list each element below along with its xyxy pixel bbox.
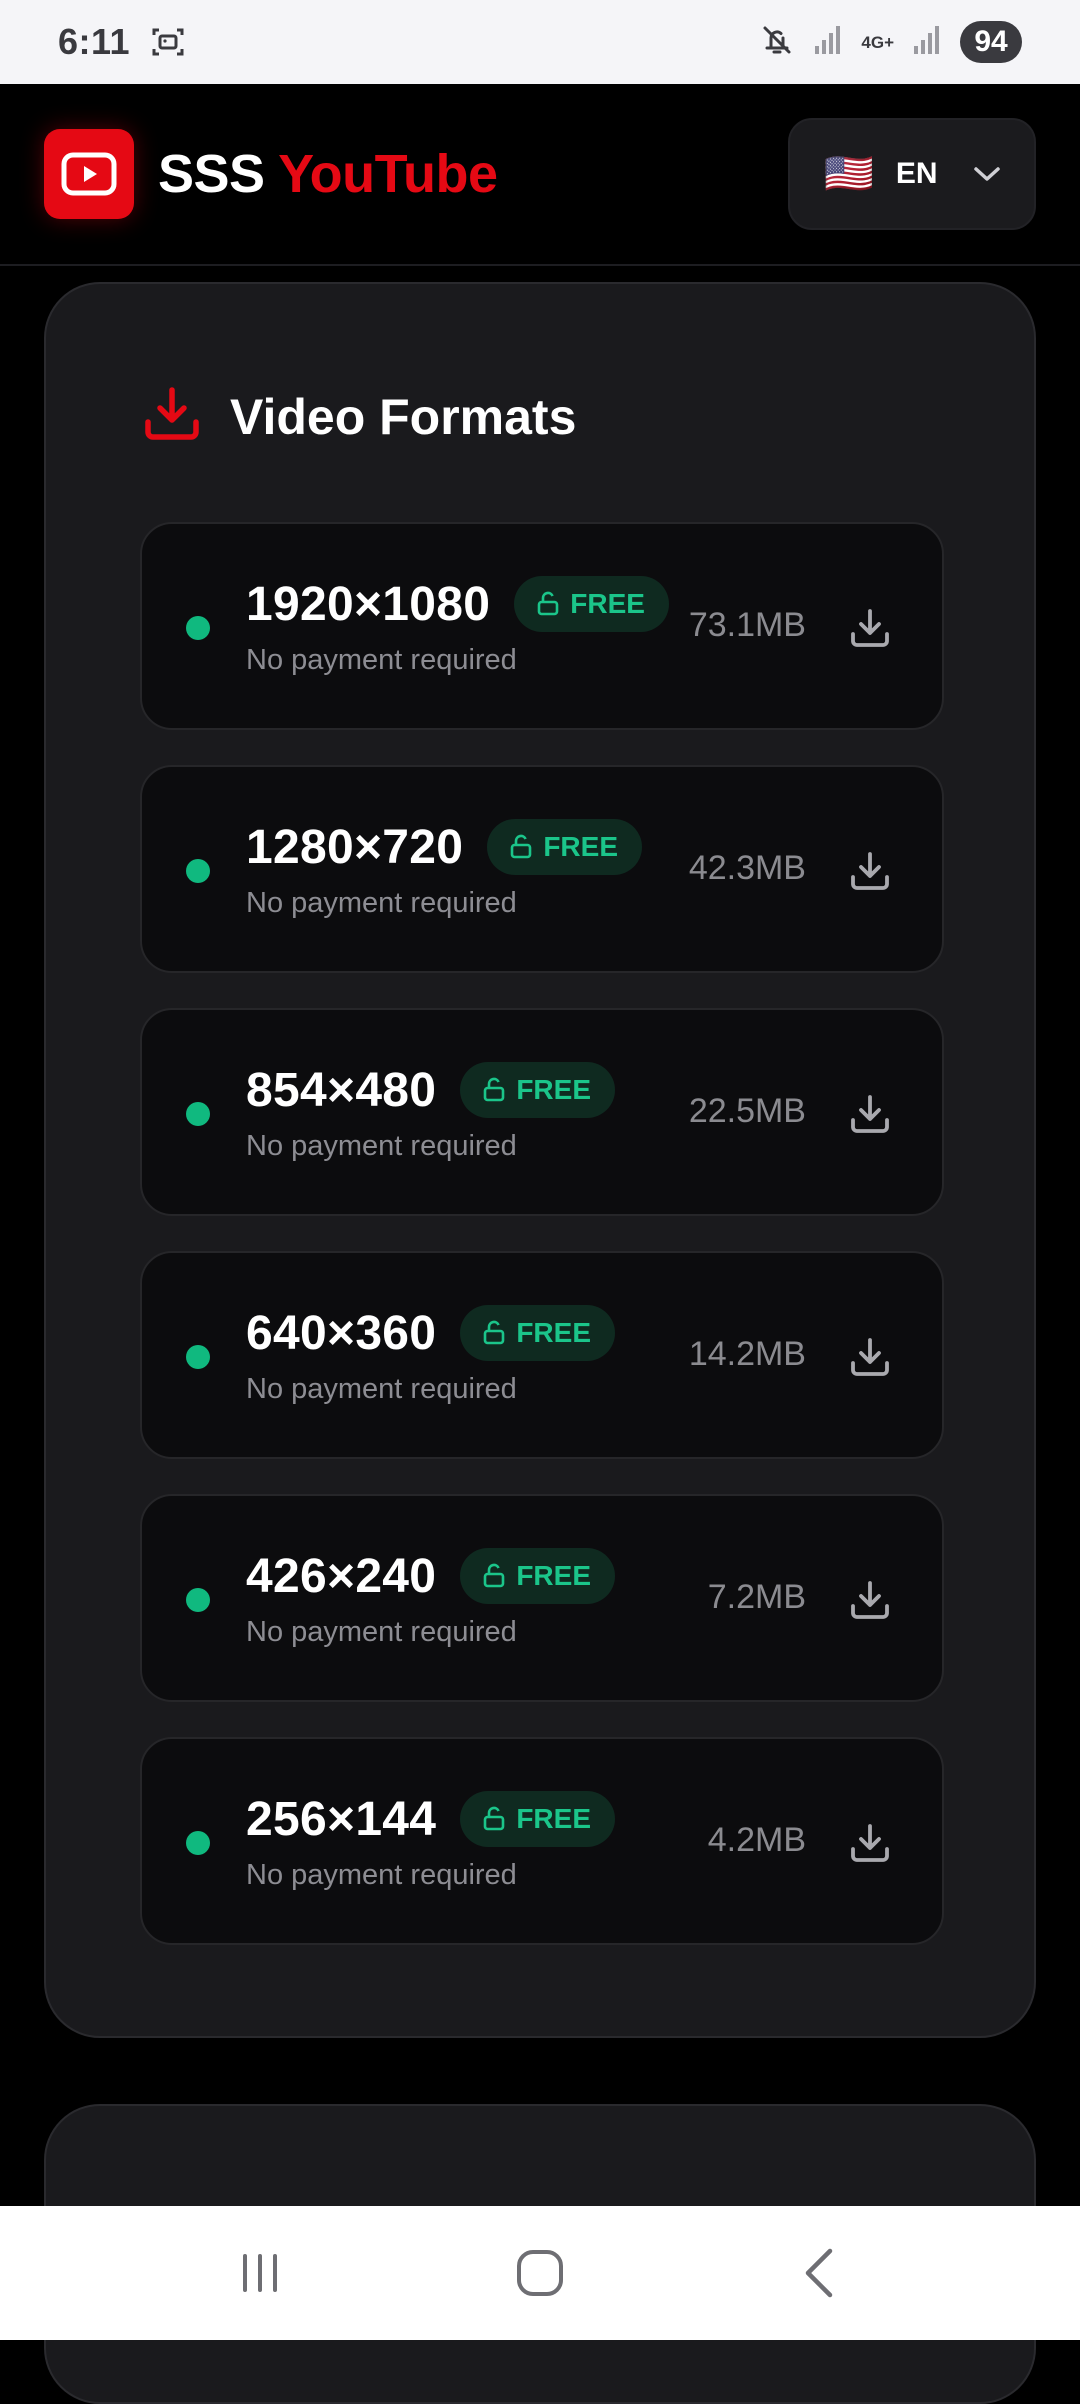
language-selector[interactable]: 🇺🇸 EN [788,118,1036,230]
network-type: 4G+ [861,32,894,52]
unlock-icon [484,1320,505,1345]
youtube-logo-icon[interactable] [44,129,134,219]
home-icon[interactable] [480,2228,600,2318]
free-badge-label: FREE [516,1560,591,1591]
file-size: 73.1MB [688,606,806,644]
card-title: Video Formats [230,388,577,445]
free-badge-label: FREE [570,588,645,619]
status-bar: 6:11 4G+ 94 [0,0,1080,84]
app-header: SSS YouTube 🇺🇸 EN [0,84,1080,266]
format-row-144p[interactable]: 256×144 FREE No payment required 4.2MB [140,1737,944,1945]
download-button[interactable] [842,1329,898,1385]
free-badge-label: FREE [543,831,618,862]
format-row-360p[interactable]: 640×360 FREE No payment required 14.2MB [140,1251,944,1459]
payment-note: No payment required [246,1130,517,1162]
free-badge-label: FREE [516,1317,591,1348]
format-row-480p[interactable]: 854×480 FREE No payment required 22.5MB [140,1008,944,1216]
format-row-720p[interactable]: 1280×720 FREE No payment required 42.3MB [140,765,944,973]
free-badge-label: FREE [516,1074,591,1105]
payment-note: No payment required [246,644,517,676]
file-size: 22.5MB [688,1092,806,1130]
available-dot [186,1345,210,1369]
status-time: 6:11 [58,21,131,62]
download-button[interactable] [842,600,898,656]
free-badge: FREE [460,1305,615,1361]
payment-note: No payment required [246,1616,517,1648]
video-formats-card: Video Formats 1920×1080 FREE No payment … [44,282,1036,2038]
file-size: 4.2MB [707,1821,806,1859]
recents-icon[interactable] [200,2228,320,2318]
us-flag-icon: 🇺🇸 [824,152,874,196]
download-icon [851,609,889,647]
unlock-icon [484,1806,505,1831]
download-button[interactable] [842,1086,898,1142]
available-dot [186,1831,210,1855]
file-size: 14.2MB [688,1335,806,1373]
unlock-icon [537,591,559,616]
available-dot [186,616,210,640]
format-row-240p[interactable]: 426×240 FREE No payment required 7.2MB [140,1494,944,1702]
format-list: 1920×1080 FREE No payment required 73.1M… [140,522,944,1980]
free-badge-label: FREE [516,1803,591,1834]
resolution-label: 1920×1080 [246,577,491,631]
resolution-label: 854×480 [246,1063,437,1117]
chevron-down-icon [972,164,1002,184]
free-badge: FREE [514,576,669,632]
back-icon[interactable] [760,2228,880,2318]
resolution-label: 640×360 [246,1306,437,1360]
download-icon [851,852,889,890]
mute-icon [759,22,795,63]
payment-note: No payment required [246,1859,517,1891]
file-size: 42.3MB [688,849,806,887]
free-badge: FREE [460,1548,615,1604]
brand-primary: SSS [158,144,265,204]
resolution-label: 426×240 [246,1549,437,1603]
screenshot-icon [148,22,188,62]
format-row-1080p[interactable]: 1920×1080 FREE No payment required 73.1M… [140,522,944,730]
download-icon [851,1581,889,1619]
status-icons: 4G+ 94 [759,21,1022,63]
available-dot [186,1102,210,1126]
download-icon [851,1095,889,1133]
unlock-icon [484,1077,505,1102]
payment-note: No payment required [246,887,517,919]
resolution-label: 256×144 [246,1792,437,1846]
unlock-icon [511,834,532,859]
payment-note: No payment required [246,1373,517,1405]
available-dot [186,1588,210,1612]
free-badge: FREE [460,1062,615,1118]
unlock-icon [484,1563,505,1588]
free-badge: FREE [487,819,642,875]
resolution-label: 1280×720 [246,820,464,874]
download-icon [851,1338,889,1376]
download-button[interactable] [842,1572,898,1628]
system-nav-bar [0,2206,1080,2340]
language-code: EN [895,157,938,190]
download-button[interactable] [842,843,898,899]
free-badge: FREE [460,1791,615,1847]
signal-icon [813,24,843,61]
download-button[interactable] [842,1815,898,1871]
card-header: Video Formats [142,384,576,449]
brand-name[interactable]: SSS YouTube [158,143,498,205]
brand-accent: YouTube [278,144,498,204]
file-size: 7.2MB [707,1578,806,1616]
signal-icon [912,24,942,61]
battery-indicator: 94 [960,21,1022,63]
available-dot [186,859,210,883]
download-icon [851,1824,889,1862]
download-icon [142,384,202,449]
